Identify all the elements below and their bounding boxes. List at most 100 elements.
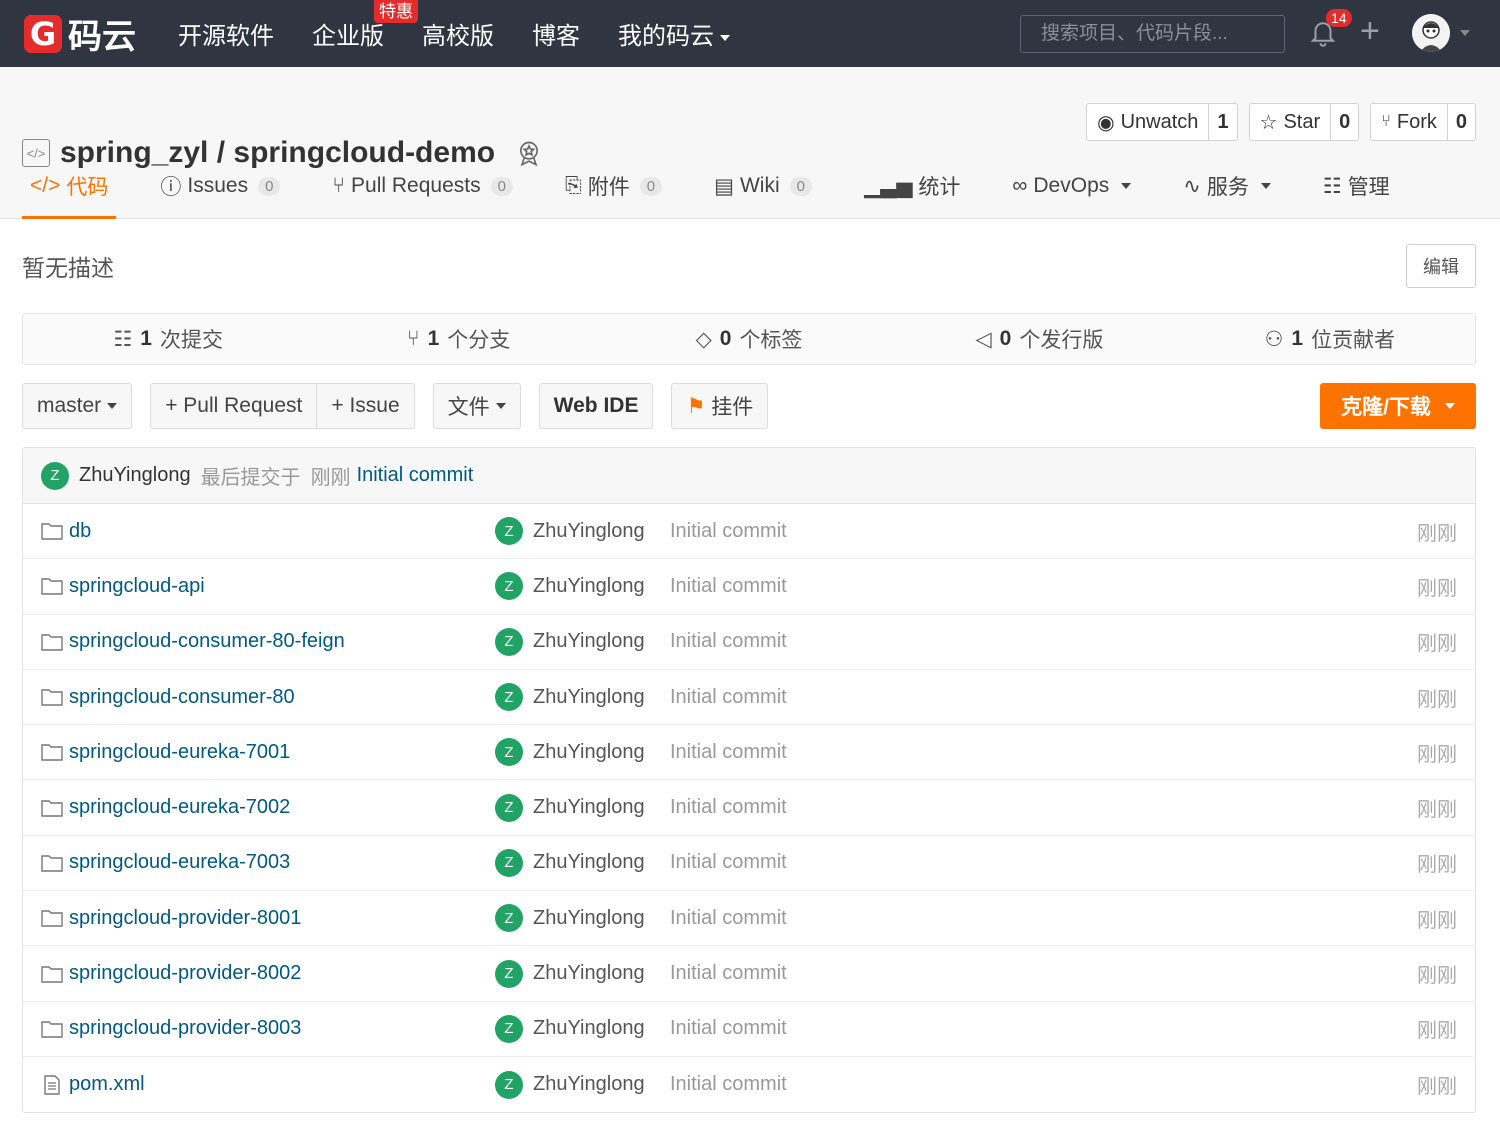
watch-button[interactable]: ◉ Unwatch 1 bbox=[1086, 103, 1238, 141]
commit-author[interactable]: ZhuYinglong bbox=[79, 464, 191, 487]
tab-manage[interactable]: ☷ 管理 bbox=[1315, 154, 1398, 218]
avatar[interactable]: Z bbox=[495, 683, 523, 712]
file-row[interactable]: pom.xml Z ZhuYinglong Initial commit 刚刚 bbox=[23, 1057, 1475, 1112]
edit-description-button[interactable]: 编辑 bbox=[1406, 244, 1476, 288]
tab-attachments[interactable]: ⎘ 附件 0 bbox=[557, 154, 670, 218]
file-commit-message[interactable]: Initial commit bbox=[670, 962, 787, 985]
commit-message-link[interactable]: Initial commit bbox=[357, 464, 474, 487]
avatar[interactable]: Z bbox=[495, 738, 523, 767]
nav-open-source[interactable]: 开源软件 bbox=[178, 16, 274, 51]
nav-blog[interactable]: 博客 bbox=[532, 16, 580, 51]
file-row[interactable]: springcloud-eureka-7003 Z ZhuYinglong Initi… bbox=[23, 836, 1475, 892]
avatar[interactable]: Z bbox=[495, 848, 523, 877]
file-row[interactable]: springcloud-consumer-80-feign Z ZhuYinglon… bbox=[23, 615, 1475, 670]
author-link[interactable]: ZhuYinglong bbox=[533, 520, 645, 543]
file-row[interactable]: springcloud-eureka-7002 Z ZhuYinglong Initi… bbox=[23, 780, 1475, 836]
author-link[interactable]: ZhuYinglong bbox=[533, 851, 645, 874]
file-row[interactable]: springcloud-consumer-80 Z ZhuYinglong Initi… bbox=[23, 670, 1475, 726]
file-commit-message[interactable]: Initial commit bbox=[670, 1073, 787, 1096]
web-ide-button[interactable]: Web IDE bbox=[538, 383, 654, 429]
avatar[interactable]: Z bbox=[495, 1014, 523, 1043]
file-name-link[interactable]: springcloud-provider-8003 bbox=[69, 1017, 301, 1040]
nav-education[interactable]: 高校版 bbox=[422, 16, 494, 51]
nav-enterprise[interactable]: 企业版 特惠 bbox=[312, 0, 418, 51]
search-input[interactable] bbox=[1020, 15, 1285, 53]
file-commit-message[interactable]: Initial commit bbox=[670, 686, 787, 709]
file-name-link[interactable]: springcloud-eureka-7003 bbox=[69, 851, 290, 874]
file-row[interactable]: springcloud-provider-8001 Z ZhuYinglong Ini… bbox=[23, 891, 1475, 947]
author-link[interactable]: ZhuYinglong bbox=[533, 686, 645, 709]
file-row[interactable]: db Z ZhuYinglong Initial commit 刚刚 bbox=[23, 504, 1475, 560]
file-name-link[interactable]: springcloud-provider-8001 bbox=[69, 907, 301, 930]
tag-icon: ◇ bbox=[695, 327, 712, 351]
branch-select[interactable]: master bbox=[22, 383, 133, 429]
tab-wiki[interactable]: ▤ Wiki 0 bbox=[706, 154, 820, 218]
star-button[interactable]: ☆ Star 0 bbox=[1248, 103, 1360, 141]
file-name-link[interactable]: springcloud-api bbox=[69, 575, 205, 598]
star-count[interactable]: 0 bbox=[1330, 104, 1358, 140]
avatar[interactable]: Z bbox=[495, 959, 523, 988]
gitee-logo[interactable]: G 码云 bbox=[24, 9, 136, 58]
avatar[interactable]: Z bbox=[495, 1070, 523, 1099]
file-name-link[interactable]: springcloud-provider-8002 bbox=[69, 962, 301, 985]
author-link[interactable]: ZhuYinglong bbox=[533, 1017, 645, 1040]
file-name-link[interactable]: springcloud-consumer-80-feign bbox=[69, 630, 345, 653]
author-link[interactable]: ZhuYinglong bbox=[533, 962, 645, 985]
file-name-link[interactable]: springcloud-consumer-80 bbox=[69, 686, 295, 709]
file-name-link[interactable]: springcloud-eureka-7001 bbox=[69, 741, 290, 764]
fork-button[interactable]: ⑂ Fork 0 bbox=[1370, 103, 1476, 141]
tab-devops[interactable]: ∞ DevOps bbox=[1004, 154, 1139, 218]
watch-count[interactable]: 1 bbox=[1208, 104, 1236, 140]
nav-my-gitee[interactable]: 我的码云 bbox=[618, 16, 730, 51]
file-menu-button[interactable]: 文件 bbox=[432, 383, 521, 429]
file-name-link[interactable]: pom.xml bbox=[69, 1073, 145, 1096]
file-name-link[interactable]: db bbox=[69, 520, 91, 543]
file-name-cell: springcloud-eureka-7002 bbox=[41, 796, 290, 819]
file-row[interactable]: springcloud-eureka-7001 Z ZhuYinglong Initi… bbox=[23, 725, 1475, 781]
attachment-icon: ⎘ bbox=[564, 174, 582, 197]
tab-services[interactable]: ∿ 服务 bbox=[1175, 154, 1279, 218]
chevron-down-icon bbox=[107, 403, 118, 409]
user-avatar[interactable] bbox=[1412, 14, 1450, 52]
tab-pull-requests[interactable]: ⑂ Pull Requests 0 bbox=[324, 154, 521, 218]
tab-code[interactable]: </> 代码 bbox=[22, 154, 117, 219]
file-commit-message[interactable]: Initial commit bbox=[670, 741, 787, 764]
avatar[interactable]: Z bbox=[495, 793, 523, 822]
file-commit-message[interactable]: Initial commit bbox=[670, 1017, 787, 1040]
new-pull-request-button[interactable]: + Pull Request bbox=[150, 383, 318, 429]
stat-releases[interactable]: ◁ 0 个发行版 bbox=[894, 324, 1184, 354]
new-issue-button[interactable]: + Issue bbox=[317, 383, 415, 429]
file-name-link[interactable]: springcloud-eureka-7002 bbox=[69, 796, 290, 819]
tab-statistics[interactable]: ▁▃▅ 统计 bbox=[856, 154, 968, 218]
stat-commits[interactable]: ☷ 1 次提交 bbox=[23, 324, 313, 354]
file-commit-message[interactable]: Initial commit bbox=[670, 630, 787, 653]
file-row[interactable]: springcloud-provider-8003 Z ZhuYinglong Ini… bbox=[23, 1002, 1475, 1057]
author-link[interactable]: ZhuYinglong bbox=[533, 1073, 645, 1096]
tab-issues[interactable]: ⓘ Issues 0 bbox=[152, 154, 288, 218]
file-commit-message[interactable]: Initial commit bbox=[670, 907, 787, 930]
user-menu-chevron-icon[interactable] bbox=[1460, 30, 1470, 36]
avatar[interactable]: Z bbox=[495, 517, 523, 546]
fork-count[interactable]: 0 bbox=[1446, 104, 1475, 140]
stat-contributors[interactable]: ⚇ 1 位贡献者 bbox=[1185, 324, 1475, 354]
stat-branches[interactable]: ⑂ 1 个分支 bbox=[313, 324, 603, 354]
avatar[interactable]: Z bbox=[41, 461, 69, 490]
author-link[interactable]: ZhuYinglong bbox=[533, 630, 645, 653]
file-row[interactable]: springcloud-provider-8002 Z ZhuYinglong Ini… bbox=[23, 946, 1475, 1002]
avatar[interactable]: Z bbox=[495, 572, 523, 601]
file-commit-message[interactable]: Initial commit bbox=[670, 851, 787, 874]
file-commit-message[interactable]: Initial commit bbox=[670, 575, 787, 598]
avatar[interactable]: Z bbox=[495, 904, 523, 933]
file-commit-message[interactable]: Initial commit bbox=[670, 520, 787, 543]
clone-download-button[interactable]: 克隆/下载 bbox=[1320, 383, 1476, 429]
file-commit-message[interactable]: Initial commit bbox=[670, 796, 787, 819]
widget-button[interactable]: ⚑ 挂件 bbox=[671, 383, 769, 429]
create-plus-icon[interactable]: + bbox=[1360, 14, 1380, 48]
author-link[interactable]: ZhuYinglong bbox=[533, 575, 645, 598]
file-row[interactable]: springcloud-api Z ZhuYinglong Initial commi… bbox=[23, 559, 1475, 615]
author-link[interactable]: ZhuYinglong bbox=[533, 796, 645, 819]
author-link[interactable]: ZhuYinglong bbox=[533, 741, 645, 764]
author-link[interactable]: ZhuYinglong bbox=[533, 907, 645, 930]
avatar[interactable]: Z bbox=[495, 627, 523, 656]
stat-tags[interactable]: ◇ 0 个标签 bbox=[604, 324, 894, 354]
